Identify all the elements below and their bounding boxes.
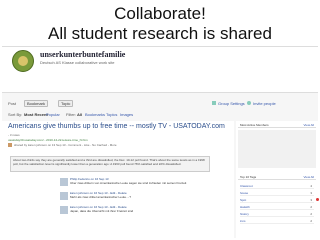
tag-count: 2 bbox=[310, 219, 312, 223]
slide-title-line-2: All student research is shared bbox=[48, 24, 272, 43]
tag-name: house bbox=[240, 191, 249, 195]
topic-button[interactable]: Topic bbox=[58, 100, 74, 107]
filter-label: Filter: bbox=[66, 112, 76, 117]
tag-count: 4 bbox=[310, 184, 312, 188]
commenter-avatar bbox=[60, 192, 68, 200]
sort-label: Sort By: bbox=[8, 112, 23, 117]
comment-item: karen johnson on 16 Sep 13 - Edit - Dele… bbox=[60, 205, 230, 220]
post-highlight-note: About two-thirds say they are generally … bbox=[10, 156, 210, 172]
main-feed: Americans give thumbs up to free time --… bbox=[2, 121, 234, 238]
group-settings-link[interactable]: Group Settings bbox=[218, 101, 245, 106]
tags-header: Top 10 Tags View All bbox=[238, 173, 316, 180]
invite-icon bbox=[247, 101, 251, 105]
tag-name: Haiwith bbox=[240, 205, 250, 209]
post-title-link[interactable]: Americans give thumbs up to free time --… bbox=[8, 123, 225, 130]
slide-marker-icon bbox=[316, 198, 319, 201]
commenter-avatar bbox=[60, 178, 68, 186]
comment-text: Mehr als zwei drittel amerikanischer Leu… bbox=[70, 195, 132, 199]
filter-bookmarks[interactable]: Bookmarks bbox=[85, 112, 105, 117]
post-shared-by: shared by karen johnson on 13 Sep 13 - C… bbox=[14, 143, 117, 147]
group-name: unserkunterbuntefamilie bbox=[40, 50, 126, 59]
group-description: Deutsch AS Klasse collaborative work sit… bbox=[40, 60, 115, 65]
invite-people-link[interactable]: Invite people bbox=[253, 101, 276, 106]
tags-view-all-link[interactable]: View All bbox=[304, 175, 314, 179]
commenter-avatar bbox=[60, 206, 68, 214]
filter-all[interactable]: All bbox=[77, 112, 82, 117]
filter-bar: Sort By: Most Recent Popular Filter: All… bbox=[2, 111, 318, 119]
sharer-avatar bbox=[8, 143, 12, 147]
toolbar: Post Bookmark Topic Group Settings Invit… bbox=[2, 100, 318, 110]
sidebar: Most Active Members View All Top 10 Tags… bbox=[236, 121, 318, 238]
group-header: unserkunterbuntefamilie Deutsch AS Klass… bbox=[2, 47, 318, 93]
diigo-group-screenshot: unserkunterbuntefamilie Deutsch AS Klass… bbox=[2, 46, 318, 238]
members-title: Most Active Members bbox=[240, 123, 269, 127]
slide-title-line-1: Collaborate! bbox=[114, 4, 206, 23]
comment-item: karen johnson on 16 Sep 13 - Edit - Dele… bbox=[60, 191, 230, 206]
comment-text: Japan, dass die Ubersicht mit ihrer Frei… bbox=[70, 209, 134, 213]
tag-name: Classroot bbox=[240, 184, 253, 188]
members-panel bbox=[238, 130, 316, 168]
tag-count: 2 bbox=[310, 205, 312, 209]
tag-item[interactable]: Classroot 4 bbox=[240, 183, 314, 189]
tag-name: Spot bbox=[240, 198, 247, 202]
sort-most-recent[interactable]: Most Recent bbox=[24, 112, 48, 117]
tag-count: 3 bbox=[310, 191, 312, 195]
settings-icon bbox=[212, 101, 216, 105]
comment-text: Uber zwei-drittern von Amerikanische Leu… bbox=[70, 181, 187, 185]
filter-images[interactable]: Images bbox=[120, 112, 133, 117]
tag-count: 3 bbox=[310, 198, 312, 202]
bookmark-button[interactable]: Bookmark bbox=[24, 100, 49, 107]
tag-item[interactable]: history 2 bbox=[240, 211, 314, 217]
tag-item[interactable]: Spot 3 bbox=[240, 197, 314, 203]
tag-name: history bbox=[240, 212, 249, 216]
comment-item: Philip Federico on 16 Sep 13 Uber zwei-d… bbox=[60, 177, 230, 192]
sort-popular[interactable]: Popular bbox=[46, 112, 60, 117]
tag-item[interactable]: Haiwith 2 bbox=[240, 204, 314, 210]
tag-name: inns bbox=[240, 219, 246, 223]
group-logo-icon bbox=[12, 50, 34, 72]
post-notes-count: - 3 notes bbox=[8, 133, 20, 137]
tag-item[interactable]: house 3 bbox=[240, 190, 314, 196]
tag-count: 2 bbox=[310, 212, 312, 216]
members-header: Most Active Members View All bbox=[238, 121, 316, 128]
tag-item[interactable]: inns 2 bbox=[240, 218, 314, 224]
filter-topics[interactable]: Topics bbox=[106, 112, 117, 117]
tags-title: Top 10 Tags bbox=[240, 175, 257, 179]
members-view-all-link[interactable]: View All bbox=[304, 123, 314, 127]
post-url[interactable]: usatoday30.usatoday.com/...2010-12-22-le… bbox=[8, 138, 88, 142]
post-label: Post bbox=[8, 101, 17, 106]
